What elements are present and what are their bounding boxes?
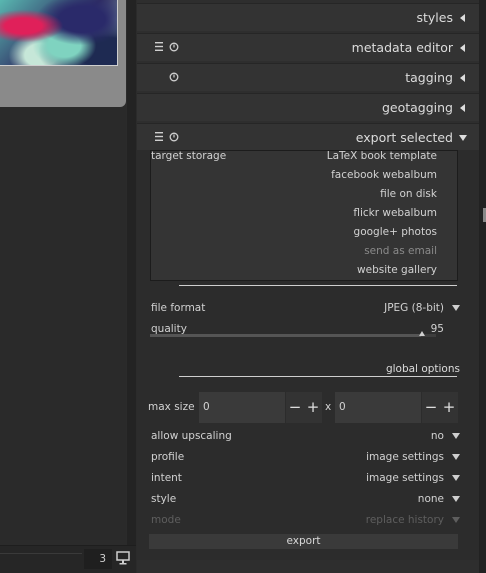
presets-menu-icon[interactable]	[155, 42, 163, 51]
collapse-left-arrow-icon	[460, 104, 465, 112]
monitor-icon[interactable]	[116, 551, 130, 565]
style-label: style	[151, 493, 177, 505]
decrement-button[interactable]: −	[286, 392, 304, 423]
max-width-stepper[interactable]: − +	[286, 392, 322, 423]
mode-label: mode	[151, 514, 181, 526]
decrement-button[interactable]: −	[422, 392, 440, 423]
filmstrip-track	[0, 553, 82, 554]
module-header-metadata-editor[interactable]: metadata editor	[137, 33, 479, 61]
max-height-stepper[interactable]: − +	[422, 392, 458, 423]
target-storage-label: target storage	[151, 150, 227, 162]
collapse-left-arrow-icon	[460, 44, 465, 52]
export-button[interactable]: export	[149, 534, 458, 549]
module-header-geotagging[interactable]: geotagging	[137, 93, 479, 121]
module-header-tagging[interactable]: tagging	[137, 63, 479, 91]
dropdown-arrow-icon	[452, 517, 460, 523]
dropdown-arrow-icon[interactable]	[452, 474, 460, 482]
dropdown-arrow-icon[interactable]	[452, 304, 460, 312]
presets-menu-icon[interactable]	[155, 132, 163, 141]
storage-option-google-photos[interactable]: google+ photos	[354, 226, 437, 238]
file-format-label: file format	[151, 302, 206, 314]
module-title: export selected	[355, 130, 453, 145]
quality-slider-fill	[150, 334, 421, 337]
max-width-input[interactable]: 0	[199, 392, 285, 423]
storage-option-email: send as email	[364, 245, 437, 257]
intent-label: intent	[151, 472, 182, 484]
format-section-divider	[179, 285, 457, 286]
dropdown-arrow-icon[interactable]	[452, 453, 460, 461]
collapse-left-arrow-icon	[460, 14, 465, 22]
storage-option-facebook[interactable]: facebook webalbum	[331, 169, 437, 181]
max-height-input[interactable]: 0	[335, 392, 421, 423]
style-value[interactable]: none	[418, 493, 444, 505]
module-header-export-selected[interactable]: export selected	[137, 123, 479, 151]
file-format-value[interactable]: JPEG (8-bit)	[384, 302, 444, 314]
collapse-left-arrow-icon	[460, 74, 465, 82]
increment-button[interactable]: +	[440, 392, 458, 423]
module-header-styles[interactable]: styles	[137, 3, 479, 31]
storage-option-latex[interactable]: LaTeX book template	[327, 150, 437, 162]
global-options-divider	[179, 376, 457, 377]
expand-down-arrow-icon	[459, 135, 467, 141]
panel-divider	[127, 0, 136, 573]
module-title: tagging	[405, 70, 453, 85]
module-title: metadata editor	[351, 40, 453, 55]
quality-slider-handle[interactable]	[419, 331, 425, 336]
target-storage-dropdown-list[interactable]: LaTeX book template facebook webalbum fi…	[150, 150, 458, 281]
panel-edge	[479, 0, 486, 573]
dropdown-arrow-icon[interactable]	[452, 495, 460, 503]
reset-icon[interactable]	[169, 42, 179, 52]
module-title: styles	[416, 10, 454, 25]
profile-value[interactable]: image settings	[366, 451, 444, 463]
storage-option-website-gallery[interactable]: website gallery	[357, 264, 437, 276]
max-size-label: max size	[148, 401, 195, 413]
module-title: geotagging	[381, 100, 453, 115]
increment-button[interactable]: +	[304, 392, 322, 423]
size-separator: x	[325, 401, 332, 413]
storage-option-flickr[interactable]: flickr webalbum	[353, 207, 437, 219]
reset-icon[interactable]	[169, 132, 179, 142]
reset-icon[interactable]	[169, 72, 179, 82]
image-thumbnail[interactable]	[0, 0, 118, 66]
intent-value[interactable]: image settings	[366, 472, 444, 484]
allow-upscaling-value[interactable]: no	[431, 430, 444, 442]
allow-upscaling-label: allow upscaling	[151, 430, 232, 442]
profile-label: profile	[151, 451, 185, 463]
global-options-title: global options	[385, 363, 460, 375]
storage-option-file-on-disk[interactable]: file on disk	[380, 188, 437, 200]
dropdown-arrow-icon[interactable]	[452, 432, 460, 440]
mode-value: replace history	[365, 514, 444, 526]
image-count[interactable]: 3	[84, 549, 112, 569]
